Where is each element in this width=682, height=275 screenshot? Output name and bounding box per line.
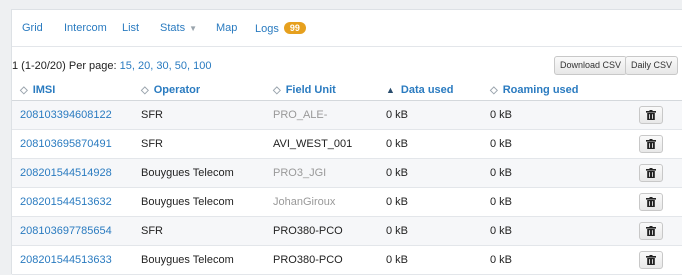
delete-button[interactable] (639, 134, 663, 153)
imsi-link[interactable]: 208103697785654 (12, 216, 141, 246)
tab-bar: Grid Intercom List Stats ▼ Map Logs 99 (12, 10, 682, 47)
table-row: 208103697785654 SFR PRO380-PCO 0 kB 0 kB (12, 216, 682, 246)
sort-icon: ◇ (141, 84, 149, 96)
delete-button[interactable] (639, 221, 663, 240)
tab-stats[interactable]: Stats ▼ (160, 22, 197, 34)
content-panel: Grid Intercom List Stats ▼ Map Logs 99 1 … (11, 9, 682, 275)
column-header-label: Field Unit (285, 83, 336, 96)
data-used-cell: 0 kB (386, 216, 490, 246)
field-unit-cell: PRO_ALE- (273, 100, 386, 130)
column-header-data-used[interactable]: ▲ Data used (386, 79, 490, 101)
logs-count-badge: 99 (283, 22, 306, 34)
column-header-label: Operator (153, 83, 201, 96)
delete-button[interactable] (639, 250, 663, 269)
column-header-label: Data used (400, 83, 454, 96)
operator-cell: SFR (141, 216, 273, 246)
delete-button[interactable] (639, 192, 663, 211)
roaming-used-cell: 0 kB (490, 216, 619, 246)
field-unit-cell: PRO380-PCO (273, 245, 386, 275)
operator-cell: SFR (141, 100, 273, 130)
per-page-50[interactable]: 50, (175, 60, 190, 72)
table-row: 208201544513632 Bouygues Telecom JohanGiro… (12, 187, 682, 217)
table-row: 208103695870491 SFR AVI_WEST_001 0 kB 0 kB (12, 129, 682, 159)
per-page-15[interactable]: 15, (120, 60, 135, 72)
imsi-link[interactable]: 208201544513632 (12, 187, 141, 217)
operator-cell: Bouygues Telecom (141, 187, 273, 217)
actions-cell (619, 129, 682, 159)
tab-intercom[interactable]: Intercom (64, 22, 107, 34)
trash-icon (646, 196, 656, 207)
trash-icon (646, 167, 656, 178)
field-unit-cell: AVI_WEST_001 (273, 129, 386, 159)
table-row: 208103394608122 SFR PRO_ALE- 0 kB 0 kB (12, 100, 682, 130)
delete-button[interactable] (639, 163, 663, 182)
actions-cell (619, 245, 682, 275)
sort-icon: ◇ (20, 84, 28, 96)
tab-map[interactable]: Map (216, 22, 237, 34)
trash-icon (646, 225, 656, 236)
operator-cell: Bouygues Telecom (141, 245, 273, 275)
daily-csv-button[interactable]: Daily CSV (625, 56, 679, 75)
pagination-summary: 1 (1-20/20) Per page: (12, 60, 117, 72)
data-used-cell: 0 kB (386, 187, 490, 217)
column-header-imsi[interactable]: ◇ IMSI (12, 79, 141, 101)
data-used-cell: 0 kB (386, 158, 490, 188)
pagination: 1 (1-20/20) Per page: 15, 20, 30, 50, 10… (12, 60, 211, 72)
data-used-cell: 0 kB (386, 245, 490, 275)
per-page-20[interactable]: 20, (138, 60, 153, 72)
operator-cell: SFR (141, 129, 273, 159)
data-used-cell: 0 kB (386, 100, 490, 130)
imsi-link[interactable]: 208103394608122 (12, 100, 141, 130)
field-unit-cell: PRO380-PCO (273, 216, 386, 246)
sort-icon: ◇ (273, 84, 281, 96)
tab-list[interactable]: List (122, 22, 139, 34)
roaming-used-cell: 0 kB (490, 158, 619, 188)
imsi-link[interactable]: 208103695870491 (12, 129, 141, 159)
table-row: 208201544514928 Bouygues Telecom PRO3_JGI 0… (12, 158, 682, 188)
column-header-label: Roaming used (502, 83, 579, 96)
actions-cell (619, 158, 682, 188)
sim-table: ◇ IMSI ◇ Operator ◇ Field Unit ▲ Data used ◇… (12, 79, 682, 275)
download-csv-button[interactable]: Download CSV (554, 56, 628, 75)
per-page-30[interactable]: 30, (156, 60, 171, 72)
tab-grid[interactable]: Grid (22, 22, 43, 34)
tab-stats-label: Stats (160, 22, 186, 34)
roaming-used-cell: 0 kB (490, 129, 619, 159)
field-unit-cell: JohanGiroux (273, 187, 386, 217)
data-used-cell: 0 kB (386, 129, 490, 159)
sort-icon: ◇ (490, 84, 498, 96)
roaming-used-cell: 0 kB (490, 245, 619, 275)
operator-cell: Bouygues Telecom (141, 158, 273, 188)
roaming-used-cell: 0 kB (490, 100, 619, 130)
tab-logs[interactable]: Logs 99 (255, 22, 306, 35)
actions-cell (619, 187, 682, 217)
sort-asc-icon: ▲ (386, 84, 395, 95)
tab-logs-label: Logs (255, 23, 279, 35)
delete-button[interactable] (639, 105, 663, 124)
actions-cell (619, 216, 682, 246)
imsi-link[interactable]: 208201544513633 (12, 245, 141, 275)
table-body: 208103394608122 SFR PRO_ALE- 0 kB 0 kB 208103… (12, 100, 682, 275)
trash-icon (646, 109, 656, 120)
field-unit-cell: PRO3_JGI (273, 158, 386, 188)
column-header-roaming-used[interactable]: ◇ Roaming used (490, 79, 619, 101)
imsi-link[interactable]: 208201544514928 (12, 158, 141, 188)
trash-icon (646, 138, 656, 149)
actions-cell (619, 100, 682, 130)
table-header-row: ◇ IMSI ◇ Operator ◇ Field Unit ▲ Data used ◇… (12, 79, 682, 101)
column-header-actions (619, 79, 682, 101)
trash-icon (646, 254, 656, 265)
per-page-100[interactable]: 100 (193, 60, 211, 72)
column-header-label: IMSI (32, 83, 56, 96)
roaming-used-cell: 0 kB (490, 187, 619, 217)
column-header-field-unit[interactable]: ◇ Field Unit (273, 79, 386, 101)
table-row: 208201544513633 Bouygues Telecom PRO380-PC… (12, 245, 682, 275)
caret-down-icon: ▼ (189, 24, 197, 33)
column-header-operator[interactable]: ◇ Operator (141, 79, 273, 101)
